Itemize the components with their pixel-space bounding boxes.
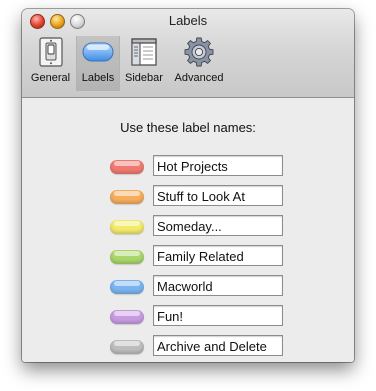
label-color-swatch <box>110 190 144 204</box>
toolbar-label-labels: Labels <box>81 72 115 84</box>
label-name-field[interactable]: Hot Projects <box>153 155 283 176</box>
label-name-field[interactable]: Family Related <box>153 245 283 266</box>
label-color-swatch <box>110 220 144 234</box>
title-bar: Labels General Labels Sidebar Advanced <box>22 9 354 98</box>
label-color-swatch <box>110 340 144 354</box>
label-name-field[interactable]: Fun! <box>153 305 283 326</box>
toolbar-label-general: General <box>30 72 71 84</box>
toolbar-label-sidebar: Sidebar <box>125 72 163 84</box>
label-color-swatch <box>110 280 144 294</box>
label-row: Stuff to Look At <box>110 185 285 208</box>
label-color-swatch <box>110 250 144 264</box>
label-row: Macworld <box>110 275 285 298</box>
light-switch-icon <box>33 36 69 68</box>
sidebar-window-icon <box>126 36 162 68</box>
label-row: Fun! <box>110 305 285 328</box>
label-row: Family Related <box>110 245 285 268</box>
labels-pane: Use these label names: Hot Projects Stuf… <box>22 98 354 362</box>
toolbar-label-advanced: Advanced <box>174 72 224 84</box>
window-title: Labels <box>168 13 208 28</box>
toolbar-item-labels[interactable]: Labels <box>76 36 120 91</box>
label-row: Hot Projects <box>110 155 285 178</box>
label-pill-icon <box>80 36 116 68</box>
preferences-window: Labels General Labels Sidebar Advanced U… <box>22 9 354 362</box>
label-color-swatch <box>110 310 144 324</box>
toolbar-item-general[interactable]: General <box>28 36 73 91</box>
label-name-field[interactable]: Stuff to Look At <box>153 185 283 206</box>
label-row: Someday... <box>110 215 285 238</box>
section-heading: Use these label names: <box>120 120 256 135</box>
label-name-field[interactable]: Macworld <box>153 275 283 296</box>
label-name-field[interactable]: Someday... <box>153 215 283 236</box>
toolbar-item-sidebar[interactable]: Sidebar <box>120 36 168 91</box>
label-color-swatch <box>110 160 144 174</box>
gear-icon <box>181 36 217 68</box>
label-row: Archive and Delete <box>110 335 285 358</box>
toolbar-item-advanced[interactable]: Advanced <box>171 36 227 91</box>
label-name-field[interactable]: Archive and Delete <box>153 335 283 356</box>
